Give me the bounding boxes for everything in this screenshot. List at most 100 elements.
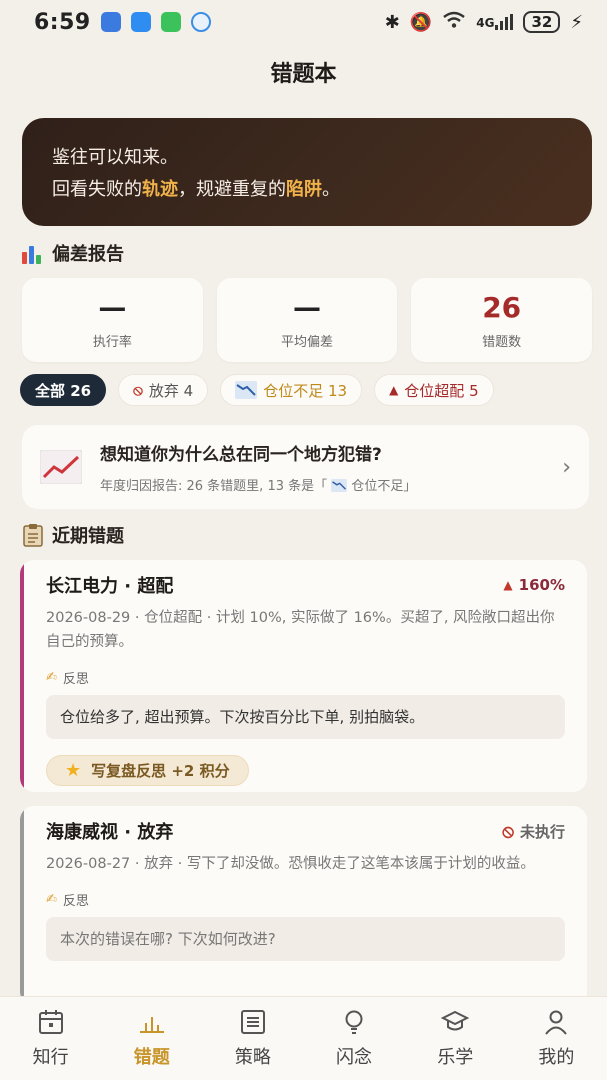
chip-label: 放弃 4: [148, 381, 194, 400]
card-title: 海康威视 · 放弃: [46, 822, 174, 843]
filter-chip-underweight[interactable]: 仓位不足 13: [220, 374, 363, 406]
recent-section-header: 近期错题: [22, 522, 124, 548]
nav-item-cuoti[interactable]: 错题: [107, 1009, 197, 1069]
charging-icon: ⚡: [570, 11, 583, 33]
hero-line-2: 回看失败的轨迹，规避重复的陷阱。: [52, 174, 562, 206]
prohibited-icon: ⦸: [133, 381, 143, 399]
filter-chip-overweight[interactable]: ▲ 仓位超配 5: [374, 374, 494, 406]
page-title: 错题本: [270, 62, 337, 87]
hero-text: 。: [322, 179, 340, 200]
hero-highlight-trap: 陷阱: [286, 179, 322, 200]
stat-label: 平均偏差: [281, 334, 334, 350]
chevron-right-icon: ›: [562, 454, 571, 480]
bar-chart-icon: [22, 242, 44, 264]
battery-indicator: 32: [523, 11, 561, 33]
badge-value: 160%: [518, 576, 565, 594]
status-badge: ⦸ 未执行: [502, 821, 565, 842]
hero-text: 回看失败的: [52, 179, 142, 200]
reflection-label: ✍ 反思: [46, 890, 565, 909]
mute-icon: 🔕: [409, 11, 433, 33]
user-icon: [545, 1010, 568, 1035]
calendar-icon: [38, 1009, 63, 1034]
stat-error-count[interactable]: 26 错题数: [411, 278, 593, 362]
message-notification-icon: [130, 12, 151, 32]
hero-line-1: 鉴往可以知来。: [52, 147, 178, 168]
report-section-title: 偏差报告: [52, 244, 124, 265]
hero-banner: 鉴往可以知来。 回看失败的轨迹，规避重复的陷阱。: [22, 118, 592, 226]
nav-item-wode[interactable]: 我的: [511, 1009, 601, 1069]
stat-label: 执行率: [92, 334, 132, 350]
card-description: 2026-08-27 · 放弃 · 写下了却没做。恐惧收走了这笔本该属于计划的收…: [46, 856, 535, 872]
stat-value: 26: [482, 290, 522, 324]
nav-label: 知行: [32, 1046, 69, 1068]
reflection-text[interactable]: 仓位给多了, 超出预算。下次按百分比下单, 别拍脑袋。: [46, 695, 565, 739]
wifi-icon: [442, 11, 466, 34]
insight-subtitle-text: 年度归因报告: 26 条错题里, 13 条是「: [100, 479, 328, 494]
stat-label: 错题数: [482, 334, 522, 350]
report-section-header: 偏差报告: [22, 240, 124, 266]
nav-label: 我的: [538, 1046, 575, 1068]
insight-subtitle: 年度归因报告: 26 条错题里, 13 条是「 仓位不足」: [100, 475, 554, 494]
network-type: 4G: [476, 16, 495, 30]
lightbulb-icon: [345, 1010, 363, 1034]
list-icon: [240, 1009, 265, 1034]
bottom-nav: 知行 错题 策略 闪念 乐学 我的: [0, 996, 607, 1080]
stat-execution-rate[interactable]: — 执行率: [22, 278, 203, 362]
chip-label: 仓位超配 5: [404, 381, 479, 400]
filter-chip-abandon[interactable]: ⦸ 放弃 4: [118, 374, 209, 406]
prohibited-icon: ⦸: [502, 820, 514, 842]
reflection-input[interactable]: 本次的错误在哪? 下次如何改进?: [46, 917, 565, 961]
status-time: 6:59: [34, 9, 91, 35]
clipboard-icon: [23, 524, 43, 547]
error-card[interactable]: 长江电力 · 超配 ▲ 160% 2026-08-29 · 仓位超配 · 计划 …: [20, 560, 587, 792]
wechat-notification-icon: [160, 12, 181, 32]
error-card[interactable]: 海康威视 · 放弃 ⦸ 未执行 2026-08-27 · 放弃 · 写下了却没做…: [20, 806, 587, 1006]
writing-hand-icon: ✍: [46, 670, 57, 685]
star-icon: ★: [65, 760, 82, 781]
card-description: 2026-08-29 · 仓位超配 · 计划 10%, 实际做了 16%。买超了…: [46, 610, 555, 650]
badge-value: 未执行: [519, 822, 565, 841]
filter-chip-all[interactable]: 全部 26: [20, 374, 107, 406]
reflection-label: ✍ 反思: [46, 668, 565, 687]
reflection-label-text: 反思: [62, 894, 89, 909]
write-review-label: 写复盘反思 +2 积分: [91, 762, 230, 780]
nav-item-celue[interactable]: 策略: [208, 1009, 298, 1069]
triangle-up-icon: ▲: [503, 578, 513, 592]
browser-notification-icon: [190, 12, 211, 32]
trend-down-icon: [331, 479, 348, 492]
stat-value: —: [98, 290, 127, 324]
app-notification-icon: [100, 12, 121, 32]
hero-highlight-trajectory: 轨迹: [142, 179, 178, 200]
recent-section-title: 近期错题: [52, 526, 124, 547]
nav-item-lexue[interactable]: 乐学: [410, 1009, 500, 1069]
trend-down-icon: [235, 381, 258, 399]
filter-chips: 全部 26 ⦸ 放弃 4 仓位不足 13 ▲ 仓位超配 5: [20, 374, 607, 408]
nav-item-shannian[interactable]: 闪念: [309, 1009, 399, 1069]
insight-subtitle-tag: 仓位不足」: [351, 479, 417, 494]
stat-average-deviation[interactable]: — 平均偏差: [216, 278, 398, 362]
nav-label: 闪念: [336, 1046, 373, 1068]
graduation-cap-icon: [441, 1010, 470, 1030]
stat-value: —: [293, 290, 321, 324]
bluetooth-icon: ✱: [384, 11, 400, 33]
hero-text: ，规避重复的: [178, 179, 286, 200]
insight-title: 想知道你为什么总在同一个地方犯错?: [100, 445, 382, 465]
write-review-button[interactable]: ★ 写复盘反思 +2 积分: [46, 755, 249, 786]
status-bar: 6:59 ✱ 🔕 4G 32 ⚡: [0, 0, 607, 44]
chip-label: 仓位不足 13: [263, 381, 348, 400]
nav-label: 乐学: [437, 1046, 474, 1068]
trend-up-chart-icon: [40, 450, 82, 484]
signal-icon: 4G: [476, 14, 514, 30]
annual-attribution-card[interactable]: 想知道你为什么总在同一个地方犯错? 年度归因报告: 26 条错题里, 13 条是…: [22, 425, 589, 509]
nav-label: 策略: [234, 1046, 271, 1068]
nav-item-zhixing[interactable]: 知行: [6, 1009, 96, 1069]
deviation-badge: ▲ 160%: [503, 576, 565, 594]
card-title: 长江电力 · 超配: [46, 576, 174, 597]
nav-label: 错题: [133, 1046, 170, 1068]
reflection-label-text: 反思: [62, 672, 89, 687]
bar-chart-icon: [139, 1016, 164, 1033]
stats-row: — 执行率 — 平均偏差 26 错题数: [22, 278, 593, 362]
writing-hand-icon: ✍: [46, 892, 57, 907]
chip-label: 全部 26: [35, 381, 92, 400]
triangle-up-icon: ▲: [389, 383, 399, 397]
